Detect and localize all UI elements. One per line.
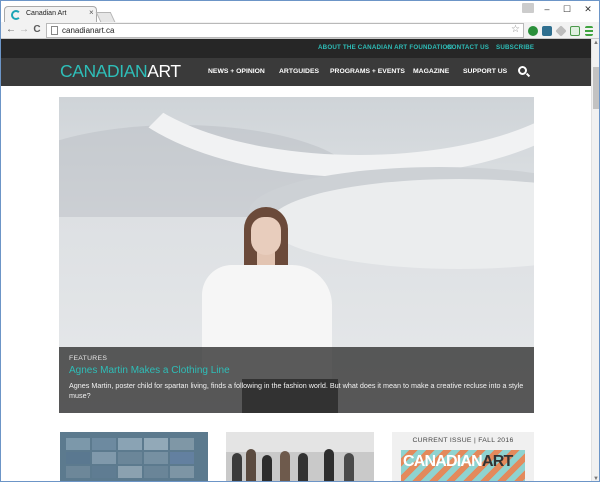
hero-category: FEATURES — [69, 355, 108, 362]
star-icon[interactable]: ☆ — [511, 24, 520, 35]
nav-artguides[interactable]: ARTGUIDES — [279, 68, 319, 75]
search-icon[interactable] — [518, 66, 527, 75]
contact-us-link[interactable]: CONTACT US — [447, 44, 489, 51]
person-figure — [262, 455, 272, 481]
close-window-button[interactable]: ✕ — [581, 3, 595, 15]
model-face — [251, 217, 281, 255]
cover-logo-art: ART — [481, 453, 513, 470]
artwork-tile — [170, 452, 194, 464]
current-issue-card[interactable]: CURRENT ISSUE | FALL 2016 CANADIANART — [392, 432, 534, 481]
browser-toolbar: ← → C canadianart.ca ☆ — [1, 22, 599, 39]
hero-title-link[interactable]: Agnes Martin Makes a Clothing Line — [69, 365, 230, 376]
scroll-up-arrow-icon[interactable]: ▲ — [593, 40, 599, 46]
page-scrollbar[interactable]: ▲ ▼ — [591, 39, 599, 481]
extension-screen-icon[interactable] — [570, 26, 580, 36]
person-figure — [298, 453, 308, 481]
cover-logo-canadian: CANADIAN — [403, 453, 483, 470]
story-card-2[interactable] — [226, 432, 374, 481]
artwork-tile — [170, 438, 194, 450]
artwork-tile — [144, 452, 168, 464]
artwork-tile — [66, 438, 90, 450]
address-bar[interactable]: canadianart.ca ☆ — [46, 23, 524, 38]
cover-logo: CANADIANART — [403, 453, 513, 471]
maximize-button[interactable]: ☐ — [560, 3, 574, 15]
artwork-tile — [66, 466, 90, 478]
story-card-1[interactable] — [60, 432, 208, 481]
minimize-button[interactable]: – — [540, 3, 554, 15]
scroll-down-arrow-icon[interactable]: ▼ — [593, 476, 599, 481]
utility-bar: ABOUT THE CANADIAN ART FOUNDATION CONTAC… — [1, 39, 591, 58]
back-button[interactable]: ← — [5, 23, 17, 37]
tab-strip: Canadian Art × – ☐ ✕ — [1, 1, 599, 23]
extension-shield-icon[interactable] — [528, 26, 538, 36]
artwork-tile — [170, 466, 194, 478]
scroll-thumb[interactable] — [593, 67, 599, 109]
person-figure — [280, 451, 290, 481]
tab-close-button[interactable]: × — [89, 8, 94, 17]
current-issue-label: CURRENT ISSUE | FALL 2016 — [412, 437, 514, 444]
browser-tab[interactable]: Canadian Art × — [4, 6, 97, 23]
hero-caption: FEATURES Agnes Martin Makes a Clothing L… — [59, 347, 534, 413]
site-logo[interactable]: CANADIANART — [60, 61, 181, 82]
artwork-tile — [144, 438, 168, 450]
web-page: ABOUT THE CANADIAN ART FOUNDATION CONTAC… — [1, 39, 591, 481]
main-nav: CANADIANART NEWS + OPINION ARTGUIDES PRO… — [1, 58, 591, 86]
reload-button[interactable]: C — [31, 23, 43, 37]
extension-s-icon[interactable] — [542, 26, 552, 36]
artwork-tile — [118, 466, 142, 478]
artwork-tile — [118, 438, 142, 450]
logo-text-canadian: CANADIAN — [60, 61, 148, 81]
forward-button[interactable]: → — [18, 23, 30, 37]
magazine-cover[interactable]: CANADIANART — [401, 450, 525, 481]
url-text[interactable]: canadianart.ca — [62, 26, 114, 35]
nav-programs-events[interactable]: PROGRAMS + EVENTS — [330, 68, 405, 75]
nav-magazine[interactable]: MAGAZINE — [413, 68, 449, 75]
profile-icon[interactable] — [522, 3, 534, 13]
tab-title: Canadian Art — [26, 10, 67, 17]
artwork-tile — [92, 452, 116, 464]
artwork-tile — [118, 452, 142, 464]
browser-window: Canadian Art × – ☐ ✕ ← → C canadianart.c… — [0, 0, 600, 482]
menu-icon[interactable] — [585, 26, 593, 36]
logo-text-art: ART — [147, 61, 181, 81]
artwork-tile — [66, 452, 90, 464]
hero-description: Agnes Martin, poster child for spartan l… — [69, 381, 524, 400]
subscribe-link[interactable]: SUBSCRIBE — [496, 44, 534, 51]
nav-support-us[interactable]: SUPPORT US — [463, 68, 507, 75]
person-figure — [324, 449, 334, 481]
artwork-tile — [144, 466, 168, 478]
person-figure — [344, 453, 354, 481]
favicon-icon — [11, 10, 21, 20]
page-icon — [51, 26, 58, 35]
person-figure — [232, 453, 242, 481]
artwork-tile — [92, 438, 116, 450]
hero-feature[interactable]: FEATURES Agnes Martin Makes a Clothing L… — [59, 97, 534, 413]
nav-news-opinion[interactable]: NEWS + OPINION — [208, 68, 265, 75]
new-tab-button[interactable] — [95, 12, 116, 22]
extension-tag-icon[interactable] — [555, 25, 567, 37]
about-foundation-link[interactable]: ABOUT THE CANADIAN ART FOUNDATION — [318, 44, 452, 51]
artwork-tile — [92, 466, 116, 478]
person-figure — [246, 449, 256, 481]
